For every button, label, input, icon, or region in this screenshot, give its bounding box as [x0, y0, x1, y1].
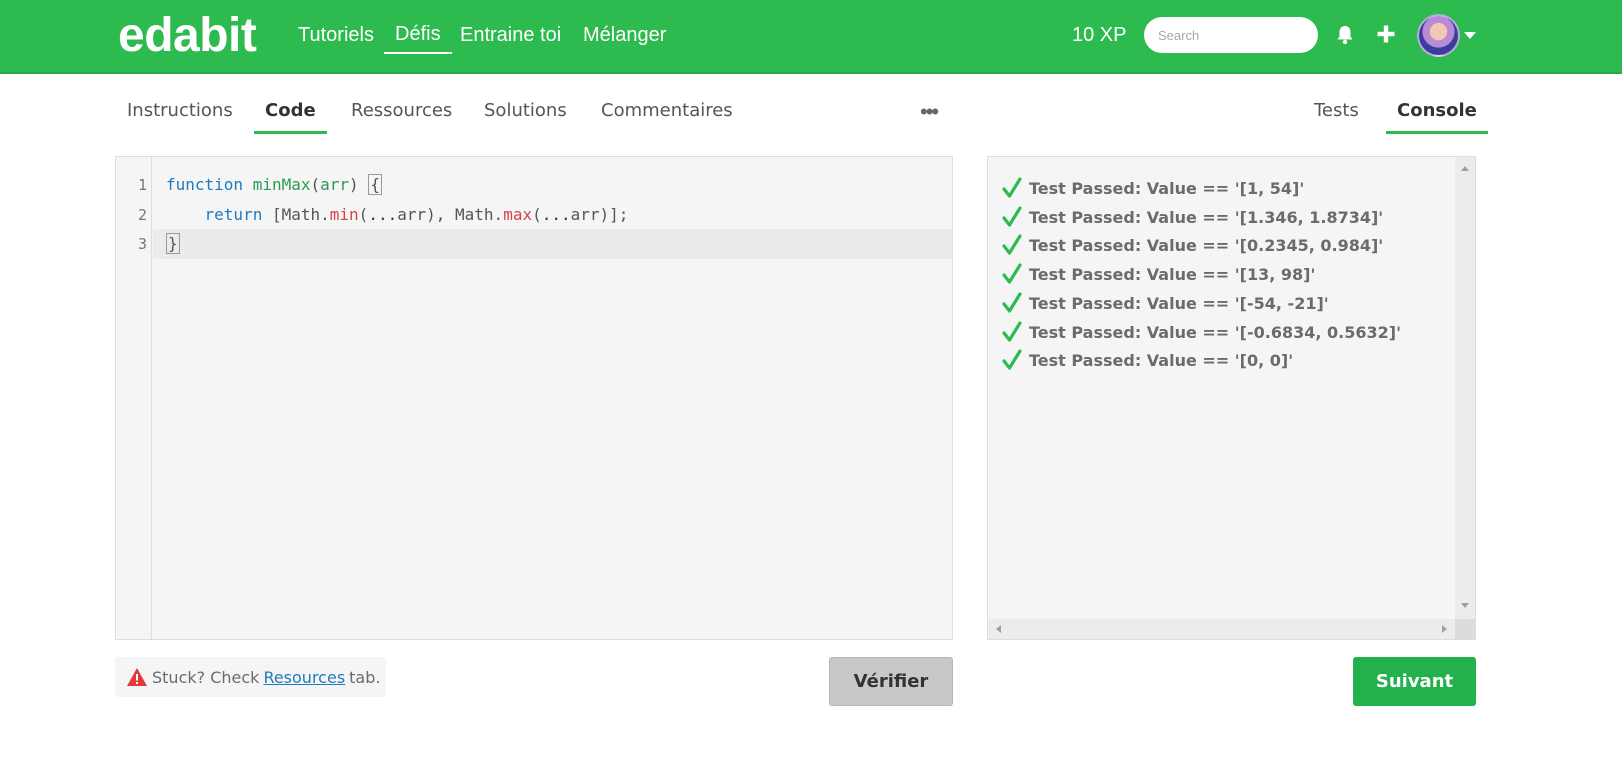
tab-tests[interactable]: Tests — [1314, 100, 1359, 131]
test-result: Test Passed: Value == '[0, 0]' — [1002, 348, 1293, 372]
vertical-scrollbar[interactable] — [1455, 157, 1475, 621]
code-brace-match: { — [368, 174, 382, 195]
test-result-text: Test Passed: Value == '[-0.6834, 0.5632]… — [1029, 322, 1401, 342]
code-paren: ( — [310, 175, 321, 194]
code-paren: ) — [349, 175, 359, 194]
top-navbar: edabit Tutoriels Défis Entraine toi Méla… — [0, 0, 1622, 74]
scroll-down-arrow-icon[interactable] — [1461, 603, 1469, 608]
code-keyword: function — [166, 175, 244, 194]
code-text: arr)]; — [570, 205, 629, 224]
line-number-gutter: 1 2 3 — [116, 157, 152, 639]
nav-entraine-toi[interactable]: Entraine toi — [460, 24, 561, 47]
code-method: max — [503, 205, 533, 224]
tab-instructions[interactable]: Instructions — [127, 100, 233, 131]
nav-melanger[interactable]: Mélanger — [583, 24, 666, 47]
code-method: min — [329, 205, 359, 224]
test-result-text: Test Passed: Value == '[1.346, 1.8734]' — [1029, 207, 1384, 227]
code-param: arr — [320, 175, 350, 194]
chevron-down-icon[interactable] — [1464, 32, 1476, 39]
test-result: Test Passed: Value == '[1.346, 1.8734]' — [1002, 205, 1383, 229]
next-button[interactable]: Suivant — [1353, 657, 1476, 706]
checkmark-icon — [1002, 292, 1022, 313]
more-options-icon[interactable]: ••• — [920, 99, 939, 125]
tab-ressources[interactable]: Ressources — [351, 100, 452, 131]
bell-icon[interactable] — [1336, 25, 1354, 45]
stuck-hint: Stuck? Check Resources tab. — [115, 657, 386, 697]
checkmark-icon — [1002, 177, 1022, 198]
line-number: 3 — [137, 235, 147, 253]
tab-code[interactable]: Code — [254, 100, 327, 134]
scroll-right-arrow-icon[interactable] — [1442, 625, 1447, 633]
code-line-3[interactable]: } — [166, 233, 180, 254]
resources-link[interactable]: Resources — [263, 668, 345, 687]
test-result-text: Test Passed: Value == '[0.2345, 0.984]' — [1029, 235, 1384, 255]
test-result: Test Passed: Value == '[13, 98]' — [1002, 262, 1315, 286]
line-number: 2 — [137, 206, 147, 224]
code-text: ( — [532, 205, 542, 224]
console-output[interactable]: Test Passed: Value == '[1, 54]' Test Pas… — [987, 156, 1476, 640]
code-text: arr), Math. — [397, 205, 504, 224]
line-number: 1 — [137, 176, 147, 194]
code-line-1[interactable]: function minMax(arr) { — [166, 174, 382, 195]
checkmark-icon — [1002, 349, 1022, 370]
avatar[interactable] — [1417, 14, 1460, 57]
code-text: [Math. — [271, 205, 330, 224]
test-result-text: Test Passed: Value == '[0, 0]' — [1029, 350, 1294, 370]
scroll-left-arrow-icon[interactable] — [996, 625, 1001, 633]
tab-commentaires[interactable]: Commentaires — [601, 100, 733, 131]
code-spread: ... — [368, 205, 398, 224]
scrollbar-corner — [1455, 619, 1475, 639]
test-result: Test Passed: Value == '[1, 54]' — [1002, 176, 1304, 200]
test-result: Test Passed: Value == '[-0.6834, 0.5632]… — [1002, 320, 1401, 344]
test-result: Test Passed: Value == '[-54, -21]' — [1002, 291, 1329, 315]
horizontal-scrollbar[interactable] — [988, 619, 1455, 639]
checkmark-icon — [1002, 206, 1022, 227]
code-keyword: return — [204, 205, 263, 224]
warning-icon — [127, 668, 147, 686]
checkmark-icon — [1002, 263, 1022, 284]
verify-button[interactable]: Vérifier — [829, 657, 953, 706]
test-result: Test Passed: Value == '[0.2345, 0.984]' — [1002, 233, 1383, 257]
tab-console[interactable]: Console — [1386, 100, 1488, 134]
code-line-2[interactable]: return [Math.min(...arr), Math.max(...ar… — [166, 205, 629, 224]
code-spread: ... — [541, 205, 571, 224]
nav-defis[interactable]: Défis — [384, 23, 452, 54]
code-editor[interactable]: 1 2 3 function minMax(arr) { return [Mat… — [115, 156, 953, 640]
nav-tutoriels[interactable]: Tutoriels — [298, 24, 374, 47]
scroll-up-arrow-icon[interactable] — [1461, 166, 1469, 171]
code-brace-match: } — [166, 233, 180, 254]
code-text: ( — [358, 205, 369, 224]
active-line-highlight — [153, 229, 952, 259]
tab-solutions[interactable]: Solutions — [484, 100, 567, 131]
test-result-text: Test Passed: Value == '[-54, -21]' — [1029, 293, 1329, 313]
checkmark-icon — [1002, 234, 1022, 255]
checkmark-icon — [1002, 321, 1022, 342]
xp-counter: 10 XP — [1072, 24, 1127, 46]
test-result-text: Test Passed: Value == '[1, 54]' — [1029, 178, 1305, 198]
stuck-hint-prefix: Stuck? Check — [152, 667, 260, 687]
search-input[interactable] — [1144, 17, 1318, 53]
plus-icon[interactable] — [1377, 24, 1395, 44]
code-function-name: minMax — [252, 175, 311, 194]
test-result-text: Test Passed: Value == '[13, 98]' — [1029, 264, 1316, 284]
stuck-hint-suffix: tab. — [349, 667, 381, 687]
edabit-logo[interactable]: edabit — [118, 8, 257, 63]
